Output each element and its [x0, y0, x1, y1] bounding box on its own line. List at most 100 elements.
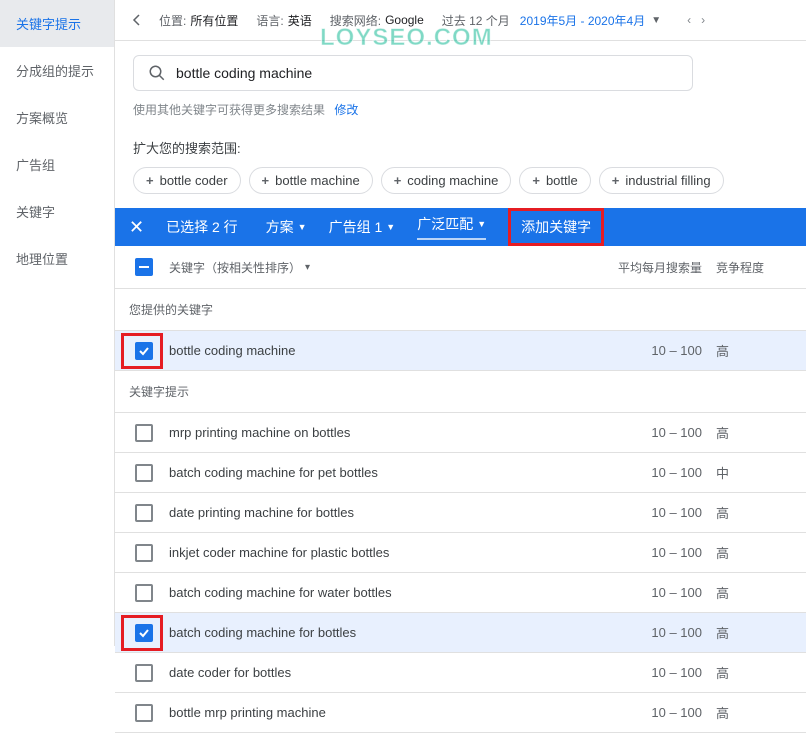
idea-row: batch coding machine for pet bottles10 –…: [115, 453, 806, 493]
caret-down-icon: ▼: [386, 222, 395, 232]
period-label: 过去 12 个月: [442, 12, 510, 29]
keyword-column-header[interactable]: 关键字（按相关性排序） ▾: [159, 259, 592, 276]
keyword-cell: date printing machine for bottles: [159, 505, 592, 520]
competition-cell: 高: [702, 623, 792, 642]
network-value[interactable]: Google: [385, 13, 424, 27]
keyword-cell: date coder for bottles: [159, 665, 592, 680]
keyword-cell: bottle mrp printing machine: [159, 705, 592, 720]
row-checkbox[interactable]: [135, 342, 153, 360]
expand-pill-1[interactable]: +bottle machine: [249, 167, 373, 194]
language-value[interactable]: 英语: [288, 12, 312, 29]
selected-count: 已选择 2 行: [166, 217, 238, 237]
location-label: 位置:: [159, 12, 186, 29]
idea-row: date coder for bottles10 – 100高: [115, 653, 806, 693]
plus-icon: +: [532, 173, 540, 188]
sidebar-item-0[interactable]: 关键字提示: [0, 0, 114, 47]
competition-cell: 高: [702, 423, 792, 442]
sidebar-item-4[interactable]: 关键字: [0, 188, 114, 235]
search-area: bottle coding machine 使用其他关键字可获得更多搜索结果 修…: [115, 41, 806, 128]
search-volume-cell: 10 – 100: [592, 505, 702, 520]
competition-cell: 高: [702, 583, 792, 602]
expand-search-row: 扩大您的搜索范围: +bottle coder +bottle machine +c…: [115, 128, 806, 208]
search-box[interactable]: bottle coding machine: [133, 55, 693, 91]
search-icon: [148, 64, 166, 82]
search-volume-cell: 10 – 100: [592, 545, 702, 560]
edit-search-link[interactable]: 修改: [334, 103, 358, 117]
keyword-cell: batch coding machine for pet bottles: [159, 465, 592, 480]
network-label: 搜索网络:: [330, 12, 381, 29]
sidebar-item-1[interactable]: 分成组的提示: [0, 47, 114, 94]
adgroup-dropdown[interactable]: 广告组 1▼: [329, 217, 396, 237]
add-keywords-button[interactable]: 添加关键字: [508, 208, 604, 246]
expand-pill-4[interactable]: +industrial filling: [599, 167, 724, 194]
competition-cell: 高: [702, 503, 792, 522]
competition-column-header[interactable]: 竞争程度: [702, 259, 792, 276]
search-volume-cell: 10 – 100: [592, 625, 702, 640]
collapse-sidebar-button[interactable]: [125, 8, 149, 32]
select-all-checkbox[interactable]: [135, 258, 153, 276]
match-type-dropdown[interactable]: 广泛匹配▼: [417, 214, 486, 240]
caret-down-icon: ▼: [298, 222, 307, 232]
main-panel: 位置: 所有位置 语言: 英语 搜索网络: Google 过去 12 个月 20…: [115, 0, 806, 646]
search-volume-cell: 10 – 100: [592, 705, 702, 720]
competition-cell: 高: [702, 703, 792, 722]
competition-cell: 高: [702, 341, 792, 360]
row-checkbox[interactable]: [135, 544, 153, 562]
topbar: 位置: 所有位置 语言: 英语 搜索网络: Google 过去 12 个月 20…: [115, 0, 806, 41]
language-label: 语言:: [256, 12, 283, 29]
sidebar-item-5[interactable]: 地理位置: [0, 235, 114, 282]
provided-keywords-section: 您提供的关键字: [115, 289, 806, 331]
idea-row: bottle mrp printing machine10 – 100高: [115, 693, 806, 733]
caret-down-icon: ▼: [477, 219, 486, 229]
sidebar: 关键字提示分成组的提示方案概览广告组关键字地理位置: [0, 0, 115, 646]
competition-cell: 高: [702, 543, 792, 562]
search-volume-cell: 10 – 100: [592, 343, 702, 358]
search-volume-cell: 10 – 100: [592, 665, 702, 680]
close-selection-button[interactable]: ✕: [129, 217, 144, 238]
search-hint: 使用其他关键字可获得更多搜索结果 修改: [133, 101, 788, 118]
expand-pill-2[interactable]: +coding machine: [381, 167, 512, 194]
sort-caret-icon: ▾: [305, 262, 310, 273]
search-volume-cell: 10 – 100: [592, 585, 702, 600]
keyword-cell: mrp printing machine on bottles: [159, 425, 592, 440]
row-checkbox[interactable]: [135, 664, 153, 682]
plus-icon: +: [394, 173, 402, 188]
keyword-cell: batch coding machine for water bottles: [159, 585, 592, 600]
expand-pill-0[interactable]: +bottle coder: [133, 167, 241, 194]
keyword-cell: bottle coding machine: [159, 343, 592, 358]
search-input[interactable]: bottle coding machine: [176, 65, 312, 81]
keyword-cell: inkjet coder machine for plastic bottles: [159, 545, 592, 560]
search-volume-cell: 10 – 100: [592, 465, 702, 480]
prev-period-button[interactable]: ‹: [687, 13, 691, 27]
search-volume-column-header[interactable]: 平均每月搜索量: [592, 259, 702, 276]
date-caret-icon[interactable]: ▼: [651, 15, 661, 26]
expand-label: 扩大您的搜索范围:: [133, 138, 241, 157]
idea-row: date printing machine for bottles10 – 10…: [115, 493, 806, 533]
expand-pill-3[interactable]: +bottle: [519, 167, 590, 194]
idea-row: mrp printing machine on bottles10 – 100高: [115, 413, 806, 453]
sidebar-item-3[interactable]: 广告组: [0, 141, 114, 188]
row-checkbox[interactable]: [135, 584, 153, 602]
plus-icon: +: [612, 173, 620, 188]
row-checkbox[interactable]: [135, 424, 153, 442]
sidebar-item-2[interactable]: 方案概览: [0, 94, 114, 141]
row-checkbox[interactable]: [135, 704, 153, 722]
idea-row: batch coding machine for water bottles10…: [115, 573, 806, 613]
idea-row: inkjet coder machine for plastic bottles…: [115, 533, 806, 573]
row-checkbox[interactable]: [135, 624, 153, 642]
plan-dropdown[interactable]: 方案▼: [266, 217, 307, 237]
selection-toolbar: ✕ 已选择 2 行 方案▼ 广告组 1▼ 广泛匹配▼ 添加关键字: [115, 208, 806, 246]
plus-icon: +: [262, 173, 270, 188]
search-volume-cell: 10 – 100: [592, 425, 702, 440]
idea-row: batch coding machine for bottles10 – 100…: [115, 613, 806, 653]
competition-cell: 中: [702, 463, 792, 482]
competition-cell: 高: [702, 663, 792, 682]
table-header: 关键字（按相关性排序） ▾ 平均每月搜索量 竞争程度: [115, 246, 806, 289]
row-checkbox[interactable]: [135, 464, 153, 482]
row-checkbox[interactable]: [135, 504, 153, 522]
provided-row: bottle coding machine10 – 100高: [115, 331, 806, 371]
keyword-ideas-section: 关键字提示: [115, 371, 806, 413]
date-range[interactable]: 2019年5月 - 2020年4月: [520, 12, 645, 29]
location-value[interactable]: 所有位置: [190, 12, 238, 29]
next-period-button[interactable]: ›: [701, 13, 705, 27]
